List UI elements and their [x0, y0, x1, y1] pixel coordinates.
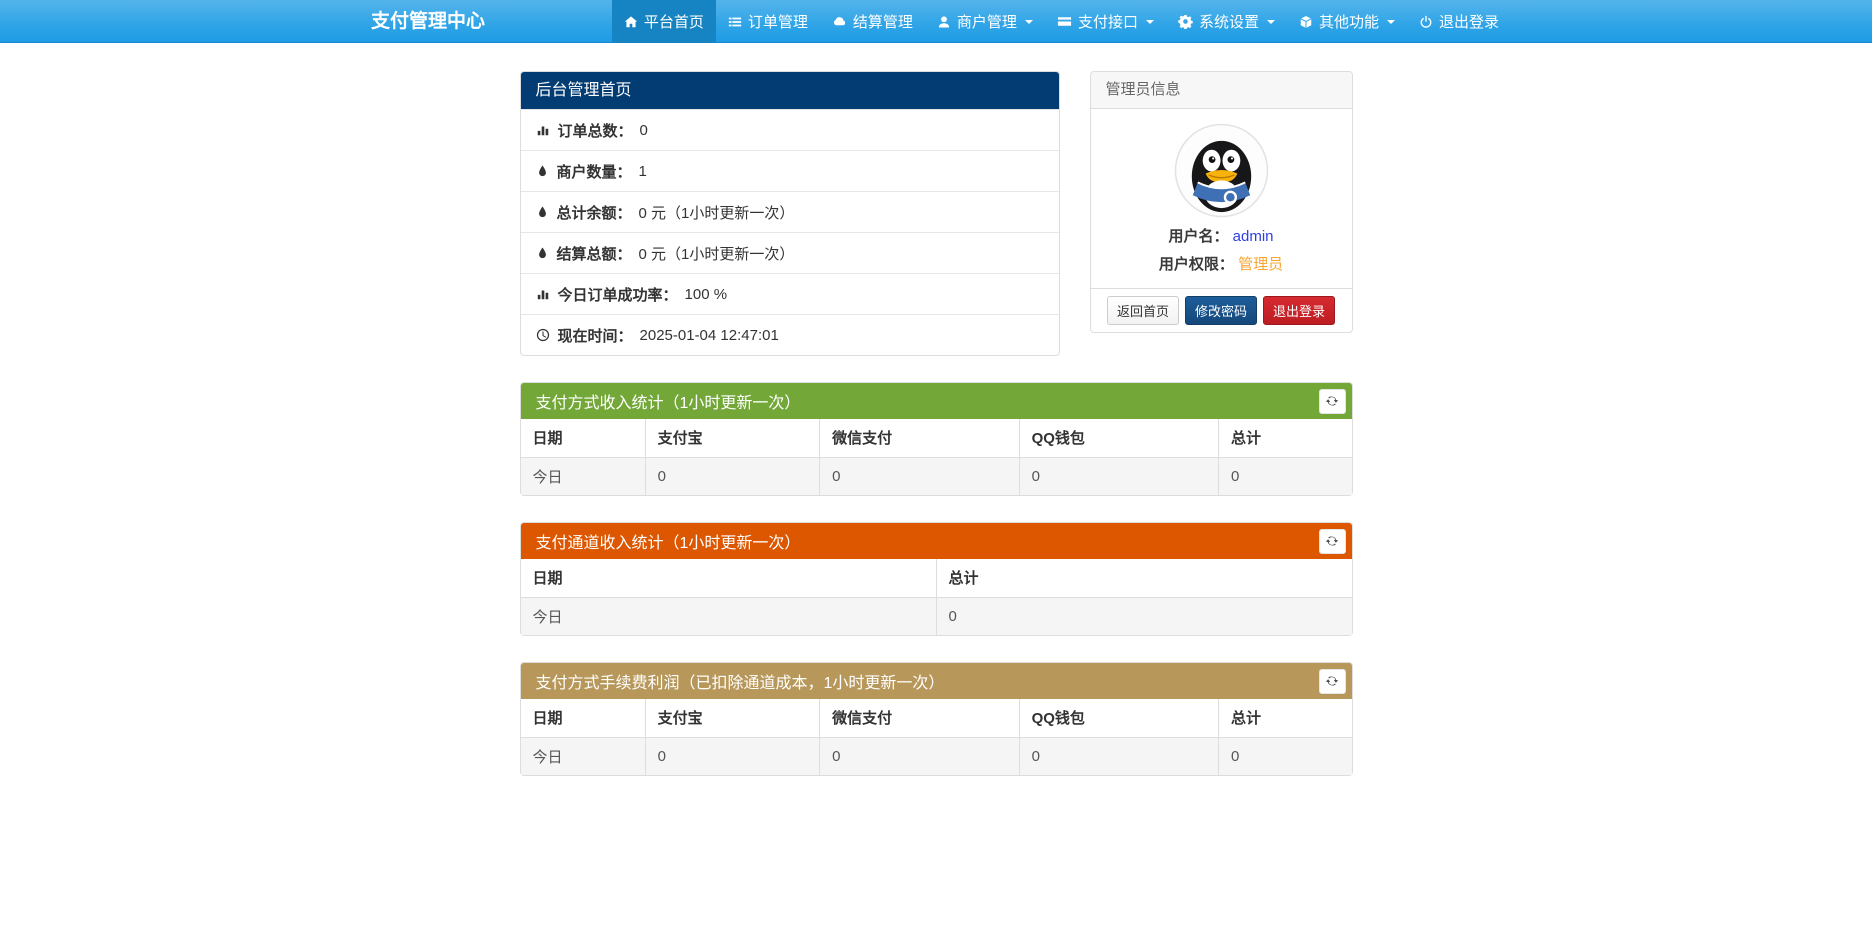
section-title: 支付通道收入统计（1小时更新一次）: [536, 529, 801, 553]
dashboard-panel: 后台管理首页 订单总数： 0 商户数量： 1 总计余额： 0 元（1小时更新一次…: [520, 71, 1060, 356]
admin-username-line: 用户名： admin: [1101, 225, 1342, 246]
cell: 0: [1219, 737, 1352, 775]
admin-info-panel: 管理员信息: [1090, 71, 1353, 333]
payment-channel-income-table: 日期 总计 今日 0: [521, 559, 1352, 635]
payment-channel-income-section: 支付通道收入统计（1小时更新一次） 日期 总计 今日 0: [520, 522, 1353, 636]
admin-role-line: 用户权限： 管理员: [1101, 253, 1342, 274]
cloud-icon: [832, 14, 847, 29]
cell: 0: [645, 737, 820, 775]
main-content: 后台管理首页 订单总数： 0 商户数量： 1 总计余额： 0 元（1小时更新一次…: [520, 43, 1353, 776]
gear-icon: [1178, 14, 1193, 29]
avatar: [1174, 123, 1269, 218]
col-header: 总计: [1219, 419, 1352, 457]
home-icon: [624, 15, 638, 29]
payment-method-income-section: 支付方式收入统计（1小时更新一次） 日期 支付宝 微信支付 QQ钱包 总计 今日…: [520, 382, 1353, 496]
cell: 0: [820, 457, 1019, 495]
table-row: 今日 0 0 0 0: [521, 737, 1352, 775]
col-header: QQ钱包: [1019, 419, 1218, 457]
cell: 今日: [521, 597, 937, 635]
chevron-down-icon: [1267, 20, 1275, 24]
stat-row-settle-total: 结算总额： 0 元（1小时更新一次）: [521, 232, 1059, 273]
refresh-button[interactable]: [1319, 529, 1346, 554]
logout-button[interactable]: 退出登录: [1263, 296, 1335, 325]
list-icon: [728, 15, 742, 29]
dashboard-panel-title: 后台管理首页: [521, 72, 1059, 109]
nav-item-merchants[interactable]: 商户管理: [925, 0, 1045, 43]
chevron-down-icon: [1025, 20, 1033, 24]
back-home-button[interactable]: 返回首页: [1107, 296, 1179, 325]
clock-icon: [536, 328, 550, 342]
table-header-row: 日期 总计: [521, 559, 1352, 597]
cell: 0: [820, 737, 1019, 775]
nav-item-settlement[interactable]: 结算管理: [820, 0, 925, 43]
chevron-down-icon: [1387, 20, 1395, 24]
cell: 0: [936, 597, 1352, 635]
change-password-button[interactable]: 修改密码: [1185, 296, 1257, 325]
nav-item-logout[interactable]: 退出登录: [1407, 0, 1511, 43]
droplet-icon: [536, 205, 549, 219]
table-header-row: 日期 支付宝 微信支付 QQ钱包 总计: [521, 699, 1352, 737]
col-header: 日期: [521, 699, 646, 737]
nav-item-pay-api[interactable]: 支付接口: [1045, 0, 1166, 43]
cell: 0: [1019, 457, 1218, 495]
refresh-button[interactable]: [1319, 389, 1346, 414]
refresh-icon: [1325, 534, 1339, 548]
table-row: 今日 0: [521, 597, 1352, 635]
power-icon: [1419, 15, 1433, 29]
cell: 今日: [521, 737, 646, 775]
stat-row-current-time: 现在时间： 2025-01-04 12:47:01: [521, 314, 1059, 355]
cell: 今日: [521, 457, 646, 495]
stat-row-total-orders: 订单总数： 0: [521, 109, 1059, 150]
section-title: 支付方式收入统计（1小时更新一次）: [536, 389, 801, 413]
refresh-icon: [1325, 394, 1339, 408]
app-brand[interactable]: 支付管理中心: [361, 0, 495, 43]
cell: 0: [1019, 737, 1218, 775]
col-header: 总计: [1219, 699, 1352, 737]
nav-item-orders[interactable]: 订单管理: [716, 0, 820, 43]
navbar: 支付管理中心 平台首页 订单管理 结算管理 商户管理 支付接口: [0, 0, 1872, 43]
col-header: 日期: [521, 559, 937, 597]
col-header: 微信支付: [820, 419, 1019, 457]
nav-item-home[interactable]: 平台首页: [612, 0, 716, 43]
cell: 0: [1219, 457, 1352, 495]
refresh-icon: [1325, 674, 1339, 688]
user-icon: [937, 15, 951, 29]
refresh-button[interactable]: [1319, 669, 1346, 694]
chevron-down-icon: [1146, 20, 1154, 24]
nav-item-system-settings[interactable]: 系统设置: [1166, 0, 1287, 43]
table-row: 今日 0 0 0 0: [521, 457, 1352, 495]
nav-item-misc[interactable]: 其他功能: [1287, 0, 1407, 43]
stat-row-success-rate: 今日订单成功率： 100 %: [521, 273, 1059, 314]
admin-panel-title: 管理员信息: [1091, 72, 1352, 109]
col-header: 日期: [521, 419, 646, 457]
cell: 0: [645, 457, 820, 495]
credit-card-icon: [1057, 14, 1072, 29]
droplet-icon: [536, 164, 549, 178]
username-link[interactable]: admin: [1233, 228, 1274, 245]
fee-profit-section: 支付方式手续费利润（已扣除通道成本，1小时更新一次） 日期 支付宝 微信支付 Q…: [520, 662, 1353, 776]
payment-method-income-table: 日期 支付宝 微信支付 QQ钱包 总计 今日 0 0 0 0: [521, 419, 1352, 495]
col-header: 微信支付: [820, 699, 1019, 737]
bar-chart-icon: [536, 287, 550, 301]
cube-icon: [1299, 15, 1313, 29]
stat-row-merchant-count: 商户数量： 1: [521, 150, 1059, 191]
stat-row-total-balance: 总计余额： 0 元（1小时更新一次）: [521, 191, 1059, 232]
role-link[interactable]: 管理员: [1238, 256, 1283, 273]
admin-panel-footer: 返回首页 修改密码 退出登录: [1091, 288, 1352, 332]
col-header: 总计: [936, 559, 1352, 597]
col-header: 支付宝: [645, 699, 820, 737]
fee-profit-table: 日期 支付宝 微信支付 QQ钱包 总计 今日 0 0 0 0: [521, 699, 1352, 775]
col-header: QQ钱包: [1019, 699, 1218, 737]
table-header-row: 日期 支付宝 微信支付 QQ钱包 总计: [521, 419, 1352, 457]
col-header: 支付宝: [645, 419, 820, 457]
droplet-icon: [536, 246, 549, 260]
nav-menu: 平台首页 订单管理 结算管理 商户管理 支付接口: [612, 0, 1511, 43]
section-title: 支付方式手续费利润（已扣除通道成本，1小时更新一次）: [536, 669, 945, 693]
bar-chart-icon: [536, 123, 550, 137]
